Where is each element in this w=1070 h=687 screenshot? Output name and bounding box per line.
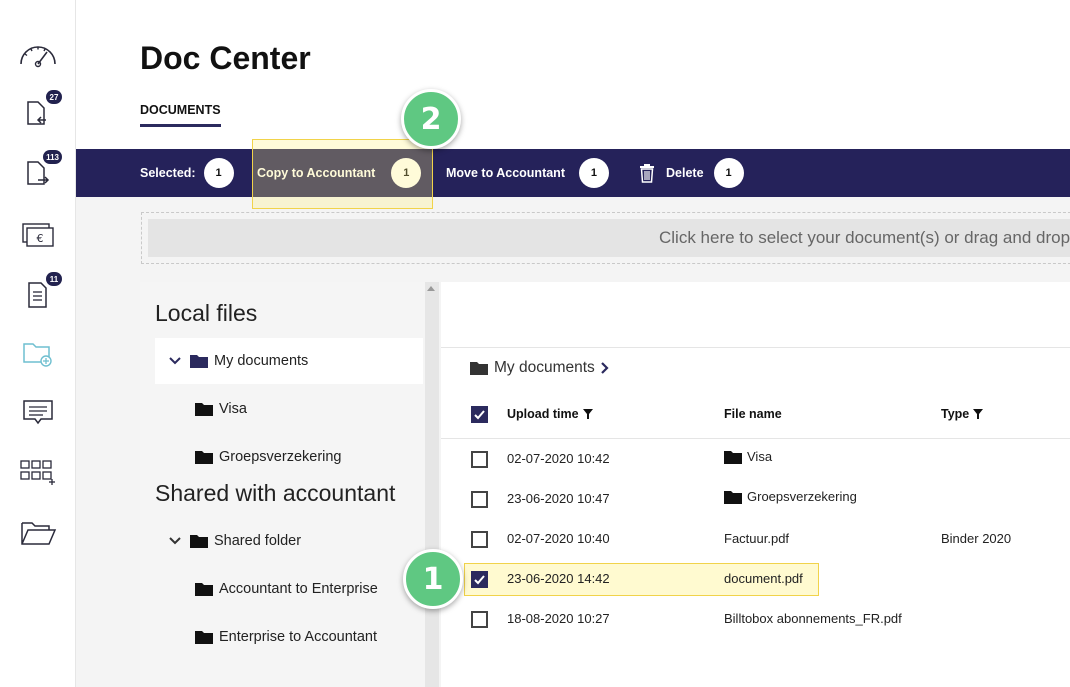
upload-time-cell: 02-07-2020 10:42 (507, 451, 610, 466)
tab-documents[interactable]: DOCUMENTS (140, 103, 221, 127)
folder-icon (724, 490, 742, 504)
row-checkbox[interactable] (471, 611, 488, 628)
folder-icon (195, 451, 213, 464)
tree-item-my-documents[interactable]: My documents (168, 350, 308, 372)
filter-icon[interactable] (973, 409, 984, 419)
checkmark-icon (474, 575, 485, 585)
delete-label: Delete (666, 166, 704, 180)
dashboard-gauge-icon[interactable] (18, 36, 58, 72)
file-name-text: Groepsverzekering (747, 489, 857, 504)
copy-highlight-box (252, 139, 433, 209)
sidebar: 27 113 € 11 (0, 0, 76, 687)
folder-icon (195, 403, 213, 416)
shared-with-accountant-title: Shared with accountant (155, 480, 396, 506)
checkmark-icon (474, 410, 485, 420)
dropzone-area: Click here to select your document(s) or… (148, 219, 1070, 257)
selection-action-bar: Selected: 1 Copy to Accountant 1 Move to… (76, 149, 1070, 197)
chevron-down-icon[interactable] (168, 354, 182, 368)
document-list-badge: 11 (46, 272, 62, 286)
upload-time-cell: 23-06-2020 14:42 (507, 571, 610, 586)
page-title: Doc Center (140, 40, 311, 76)
document-list-icon[interactable]: 11 (18, 272, 62, 312)
filter-icon[interactable] (582, 409, 593, 419)
tree-item-groepsverzekering[interactable]: Groepsverzekering (195, 446, 342, 468)
move-to-accountant-button[interactable]: Move to Accountant 1 (446, 149, 609, 197)
upload-time-cell: 18-08-2020 10:27 (507, 611, 610, 626)
tree-scrollbar[interactable] (425, 282, 439, 687)
tree-item-label: My documents (214, 353, 309, 369)
selected-label: Selected: (140, 166, 196, 180)
file-name-cell[interactable]: Factuur.pdf (724, 531, 789, 546)
column-upload-time[interactable]: Upload time (507, 407, 593, 421)
outgoing-documents-icon[interactable]: 113 (18, 150, 62, 190)
delete-button[interactable]: Delete 1 (638, 149, 744, 197)
column-type[interactable]: Type (941, 407, 984, 421)
step-2-callout: 2 (401, 89, 461, 149)
folder-icon (190, 355, 208, 368)
step-1-callout: 1 (403, 549, 463, 609)
incoming-documents-icon[interactable]: 27 (18, 90, 62, 130)
euro-payments-icon[interactable]: € (18, 217, 58, 253)
file-name-cell[interactable]: document.pdf (724, 571, 803, 586)
scroll-up-arrow-icon[interactable] (427, 286, 435, 291)
column-file-name-label: File name (724, 407, 782, 421)
file-name-cell[interactable]: Visa (724, 449, 772, 464)
folder-icon (724, 450, 742, 464)
header-divider (441, 438, 1070, 439)
select-all-checkbox[interactable] (471, 406, 488, 423)
panel-divider (441, 347, 1070, 348)
svg-text:€: € (37, 232, 44, 245)
row-checkbox[interactable] (471, 531, 488, 548)
column-upload-time-label: Upload time (507, 407, 579, 421)
tree-item-visa[interactable]: Visa (195, 398, 247, 420)
tree-item-label: Groepsverzekering (219, 449, 342, 465)
breadcrumb-item[interactable]: My documents (494, 359, 595, 377)
tree-item-accountant-to-enterprise[interactable]: Accountant to Enterprise (195, 578, 378, 600)
move-to-accountant-label: Move to Accountant (446, 166, 565, 180)
file-name-cell[interactable]: Billtobox abonnements_FR.pdf (724, 611, 902, 626)
row-checkbox[interactable] (471, 491, 488, 508)
row-checkbox[interactable] (471, 571, 488, 588)
chevron-down-icon[interactable] (168, 534, 182, 548)
row-checkbox[interactable] (471, 451, 488, 468)
selected-count: 1 (203, 158, 234, 188)
delete-count: 1 (713, 158, 744, 188)
upload-time-cell: 23-06-2020 10:47 (507, 491, 610, 506)
move-count: 1 (578, 158, 609, 188)
dropzone-text: Click here to select your document(s) or… (659, 228, 1070, 247)
trash-icon (638, 163, 656, 183)
chevron-right-icon (601, 362, 609, 374)
add-folder-icon[interactable] (18, 335, 58, 371)
file-name-cell[interactable]: Groepsverzekering (724, 489, 857, 504)
file-name-text: Visa (747, 449, 773, 464)
folder-icon (195, 631, 213, 644)
column-type-label: Type (941, 407, 970, 421)
tree-item-enterprise-to-accountant[interactable]: Enterprise to Accountant (195, 626, 377, 648)
upload-dropzone[interactable]: Click here to select your document(s) or… (141, 212, 1070, 264)
tree-item-label: Visa (219, 401, 247, 417)
column-file-name[interactable]: File name (724, 407, 782, 421)
tree-item-label: Shared folder (214, 533, 302, 549)
type-cell: Binder 2020 (941, 531, 1012, 546)
folder-icon (190, 535, 208, 548)
tree-item-label: Enterprise to Accountant (219, 629, 377, 645)
tree-item-shared-folder[interactable]: Shared folder (168, 530, 301, 552)
upload-time-cell: 02-07-2020 10:40 (507, 531, 610, 546)
outgoing-badge: 113 (43, 150, 62, 164)
incoming-badge: 27 (46, 90, 62, 104)
messages-icon[interactable] (18, 394, 58, 430)
local-files-title: Local files (155, 300, 258, 326)
open-folder-icon[interactable] (18, 515, 58, 551)
folder-icon (195, 583, 213, 596)
file-list-panel (441, 282, 1070, 687)
apps-grid-icon[interactable] (18, 454, 58, 490)
breadcrumb: My documents (470, 359, 611, 377)
selected-counter: Selected: 1 (140, 149, 234, 197)
tree-item-label: Accountant to Enterprise (219, 581, 378, 597)
folder-icon (470, 362, 488, 375)
